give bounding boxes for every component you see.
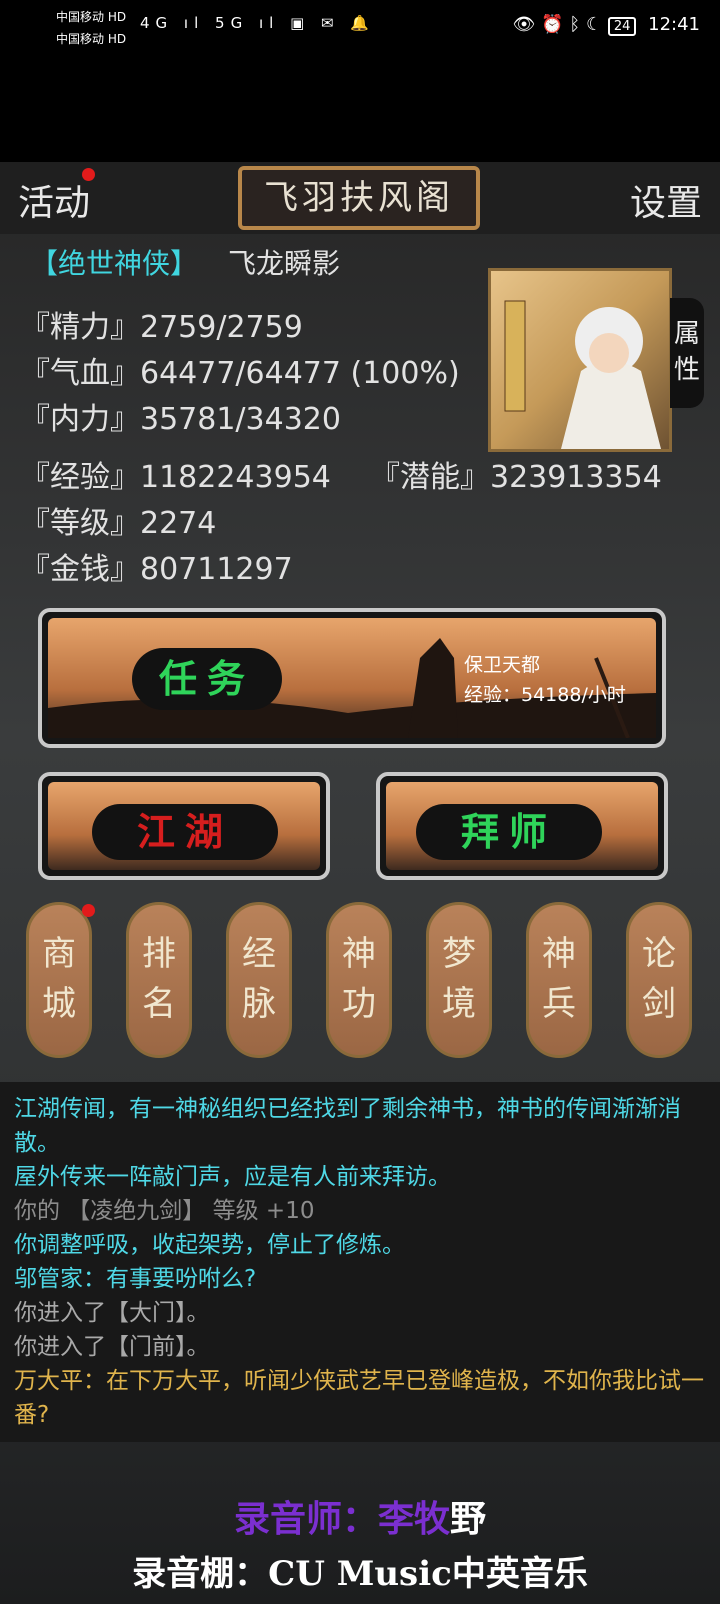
stat-potential: 『潜能』323913354 [370,460,662,495]
message-log[interactable]: 江湖传闻，有一神秘组织已经找到了剩余神书，神书的传闻渐渐消散。 屋外传来一阵敲门… [0,1082,720,1442]
log-line: 邬管家：有事要吩咐么? [14,1266,257,1292]
credit-line-2: 录音棚：CU Music中英音乐 [132,1554,588,1594]
stat-money: 『金钱』80711297 [20,552,293,587]
quest-name: 保卫天都 [464,654,541,676]
battery-icon: 24 [607,17,637,36]
stat-exp: 『经验』1182243954 [20,460,331,495]
tile-dream[interactable]: 梦境 [426,902,492,1058]
notification-dot [82,168,95,181]
task-panel[interactable]: 任务 保卫天都 经验：54188/小时 [38,608,666,748]
character-portrait[interactable] [488,268,672,452]
baishi-button[interactable]: 拜师 [376,772,668,880]
signal-icons: 4G ıl 5G ıl ▣ ✉ 🔔 [140,14,376,32]
quest-exp-rate: 经验：54188/小时 [464,684,626,706]
log-line: 你的 【凌绝九剑】 等级 +10 [14,1198,315,1224]
stat-hp: 『气血』64477/64477 (100%) [20,356,460,391]
activity-button[interactable]: 活动 [18,174,90,226]
rank-label: 【绝世神侠】 [30,247,199,280]
location-title: 飞羽扶风阁 [238,166,480,230]
settings-button[interactable]: 设置 [630,174,702,226]
portrait-art-icon [504,300,661,449]
log-line: 你进入了【大门】。 [14,1300,210,1326]
log-line: 你调整呼吸，收起架势，停止了修炼。 [14,1232,405,1258]
character-name: 飞龙瞬影 [228,247,341,280]
stat-stamina: 『精力』2759/2759 [20,310,303,345]
task-label: 任务 [132,648,282,710]
shop-notification-dot [82,904,95,917]
carrier-label: 中国移动 HD [56,10,127,24]
clock: 12:41 [648,14,700,35]
tile-skills[interactable]: 神功 [326,902,392,1058]
status-bar: 中国移动 HD 中国移动 HD 4G ıl 5G ıl ▣ ✉ 🔔 👁 ⏰ ᛒ … [0,0,720,60]
tile-shop[interactable]: 商城 [26,902,92,1058]
log-line: 万大平：在下万大平，听闻少侠武艺早已登峰造极，不如你我比试一番? [14,1368,704,1428]
bluetooth-icon: ᛒ [569,14,581,35]
attributes-tab[interactable]: 属性 [670,298,704,408]
moon-icon: ☾ [585,14,603,35]
eye-icon: 👁 [512,14,536,35]
credit-line-1: 录音师：李牧野 [233,1498,487,1540]
alarm-icon: ⏰ [541,14,564,35]
tile-ranking[interactable]: 排名 [126,902,192,1058]
log-line: 江湖传闻，有一神秘组织已经找到了剩余神书，神书的传闻渐渐消散。 [14,1096,681,1156]
task-panel-art: 任务 保卫天都 经验：54188/小时 [48,618,656,738]
log-line: 屋外传来一阵敲门声，应是有人前来拜访。 [14,1164,451,1190]
tile-weapons[interactable]: 神兵 [526,902,592,1058]
baishi-button-art: 拜师 [386,782,658,870]
top-bar: 活动 飞羽扶风阁 设置 [0,162,720,234]
jianghu-label: 江湖 [92,804,278,860]
jianghu-button-art: 江湖 [48,782,320,870]
jianghu-button[interactable]: 江湖 [38,772,330,880]
carrier-label: 中国移动 HD [56,32,127,46]
stat-mp: 『内力』35781/34320 [20,402,341,437]
status-right: 👁 ⏰ ᛒ ☾ 24 12:41 [512,14,700,36]
tile-duel[interactable]: 论剑 [626,902,692,1058]
log-line: 你进入了【门前】。 [14,1334,210,1360]
tile-meridians[interactable]: 经脉 [226,902,292,1058]
baishi-label: 拜师 [416,804,602,860]
stat-level: 『等级』2274 [20,506,217,541]
